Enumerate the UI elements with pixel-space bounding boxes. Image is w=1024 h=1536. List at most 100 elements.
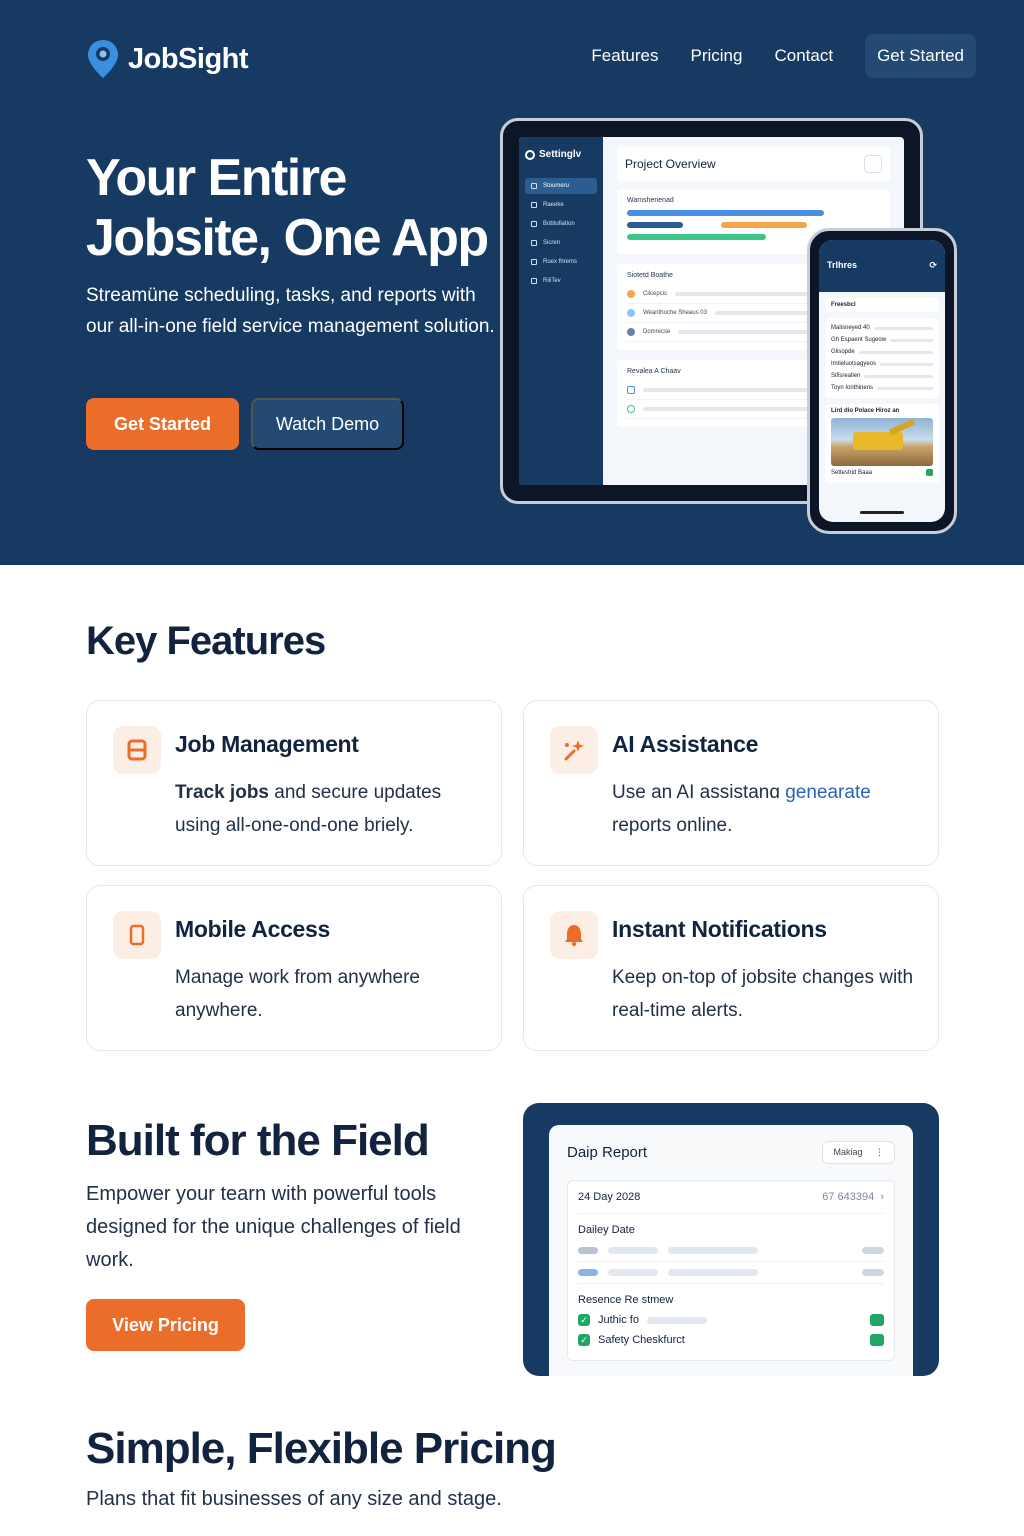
sidebar-label: Stoumeru [543, 183, 570, 189]
list-item[interactable]: Toyn Ionthinens [831, 382, 933, 394]
sidebar-icon [531, 278, 537, 284]
sidebar-label: Ruex fhrems [543, 259, 578, 265]
sidebar-item-1[interactable]: Stoumeru [525, 178, 597, 194]
checklist-item[interactable]: ✓ Juthic fo [578, 1310, 884, 1330]
phone-card: Freesbcl [825, 298, 939, 312]
phone-card-title: Freesbcl [831, 302, 856, 308]
check-icon: ✓ [578, 1314, 590, 1326]
placeholder-line [668, 1247, 758, 1254]
excavator-photo[interactable] [831, 418, 933, 466]
placeholder-line [668, 1269, 758, 1276]
feature-text: Use an AI assistanɑ genearate reports on… [612, 776, 922, 842]
logo[interactable]: JobSight [86, 38, 249, 80]
nav-pricing[interactable]: Pricing [691, 46, 743, 66]
sidebar-item-5[interactable]: Ruex fhrems [525, 254, 597, 270]
phone-photo-card: Lird dio Polace Hiroz an Settestrid Baaa [825, 404, 939, 483]
report-number-value: 67 643394 [822, 1191, 875, 1203]
sidebar-label: RiliTev [543, 278, 561, 284]
feature-title: Job Management [175, 731, 359, 757]
sidebar-item-6[interactable]: RiliTev [525, 273, 597, 289]
list-item[interactable]: Glisopde [831, 346, 933, 358]
play-icon[interactable] [870, 1334, 884, 1346]
more-icon: ⋮ [875, 1147, 884, 1157]
list-item[interactable]: Sifisreallen [831, 370, 933, 382]
placeholder-line [578, 1269, 598, 1276]
feature-card-ai-assistance: AI Assistance Use an AI assistanɑ genear… [523, 700, 939, 866]
panel-title: Wamshenenad [627, 197, 674, 204]
list-item[interactable]: Malisneyed 40 [831, 322, 933, 334]
phone-list: Malisneyed 40 Gh Espaent Sugeow Glisopde… [825, 318, 939, 398]
watch-demo-button[interactable]: Watch Demo [251, 398, 404, 450]
sidebar-item-4[interactable]: Sicren [525, 235, 597, 251]
hero-title: Your Entire Jobsite, One App [86, 149, 489, 267]
feature-text-bold: Track jobs [175, 782, 269, 803]
feature-text: Keep on-top of jobsite changes with real… [612, 967, 914, 1021]
sidebar-label: Sicren [543, 240, 561, 246]
nav-contact[interactable]: Contact [774, 46, 833, 66]
phone-screen: Trlhres ⟳ Freesbcl Malisneyed 40 Gh Espa… [819, 240, 945, 522]
tablet-header: Project Overview [617, 147, 890, 181]
report-row[interactable] [578, 1240, 884, 1262]
sidebar-icon [531, 202, 537, 208]
top-nav: Features Pricing Contact Get Started [591, 34, 976, 78]
checkbox-icon [627, 386, 635, 394]
get-started-button[interactable]: Get Started [86, 398, 239, 450]
checklist-item[interactable]: ✓ Safety Cheskfurct [578, 1330, 884, 1350]
list-item[interactable]: Imtieluotsagyeos [831, 358, 933, 370]
placeholder-line [862, 1269, 884, 1276]
excavator-body [853, 432, 903, 450]
task-icon [627, 309, 635, 317]
nav-get-started-button[interactable]: Get Started [865, 34, 976, 78]
view-pricing-button[interactable]: View Pricing [86, 1299, 245, 1351]
phone-row-label: Sifisreallen [831, 373, 861, 379]
list-item[interactable]: Gh Espaent Sugeow [831, 334, 933, 346]
circle-icon [627, 405, 635, 413]
key-features-heading: Key Features [86, 619, 326, 663]
phone-row-label: Imtieluotsagyeos [831, 361, 877, 367]
feature-title: Mobile Access [175, 916, 331, 942]
report-body: 24 Day 2028 67 643394 › Dailey Date Rese… [567, 1180, 895, 1361]
report-label: Resence Re stmew [578, 1294, 674, 1306]
report-label: Dailey Date [578, 1224, 635, 1236]
phone-mockup: Trlhres ⟳ Freesbcl Malisneyed 40 Gh Espa… [807, 228, 957, 534]
report-select[interactable]: Makiag ⋮ [822, 1141, 895, 1164]
feature-text-link[interactable]: genearate [785, 782, 871, 803]
feature-card-job-management: Job Management Track jobs and secure upd… [86, 700, 502, 866]
sidebar-icon [531, 183, 537, 189]
placeholder-line [608, 1269, 658, 1276]
tablet-brand-text: Settinglv [539, 149, 582, 160]
pricing-heading: Simple, Flexible Pricing [86, 1424, 557, 1473]
sparkle-icon [550, 726, 598, 774]
placeholder-line [877, 386, 933, 390]
checklist-label: Safety Cheskfurct [598, 1334, 685, 1346]
feature-text-start: Use an AI assistanɑ [612, 782, 786, 803]
phone-row-label: Toyn Ionthinens [831, 385, 874, 391]
report-date-row[interactable]: 24 Day 2028 67 643394 › [578, 1191, 884, 1214]
pricing-text: Plans that fit businesses of any size an… [86, 1488, 502, 1510]
placeholder-line [873, 326, 933, 330]
sidebar-item-3[interactable]: Bobtufiation [525, 216, 597, 232]
report-row[interactable] [578, 1262, 884, 1284]
placeholder-line [858, 350, 933, 354]
task-label: Clicepcis [643, 291, 668, 297]
sidebar-icon [531, 240, 537, 246]
phone-row-label: Gh Espaent Sugeow [831, 337, 887, 343]
feature-text-end: reports online. [612, 815, 733, 836]
nav-features[interactable]: Features [591, 46, 658, 66]
photo-footer-label: Settestrid Baaa [831, 469, 873, 476]
checklist-label: Juthic fo [598, 1314, 639, 1326]
daily-report-mockup: Daip Report Makiag ⋮ 24 Day 2028 67 6433… [523, 1103, 939, 1376]
play-icon[interactable] [870, 1314, 884, 1326]
feature-title: Instant Notifications [612, 916, 827, 942]
progress-bar [627, 210, 825, 216]
refresh-icon[interactable]: ⟳ [929, 260, 937, 292]
brand-dot-icon [525, 149, 535, 160]
bell-icon [550, 911, 598, 959]
placeholder-line [646, 1316, 707, 1324]
sidebar-item-2[interactable]: Raeeke [525, 197, 597, 213]
search-icon[interactable] [864, 155, 882, 173]
progress-bar [720, 222, 807, 228]
placeholder-line [608, 1247, 658, 1254]
built-for-field-text: Empower your tearn with powerful tools d… [86, 1183, 461, 1271]
